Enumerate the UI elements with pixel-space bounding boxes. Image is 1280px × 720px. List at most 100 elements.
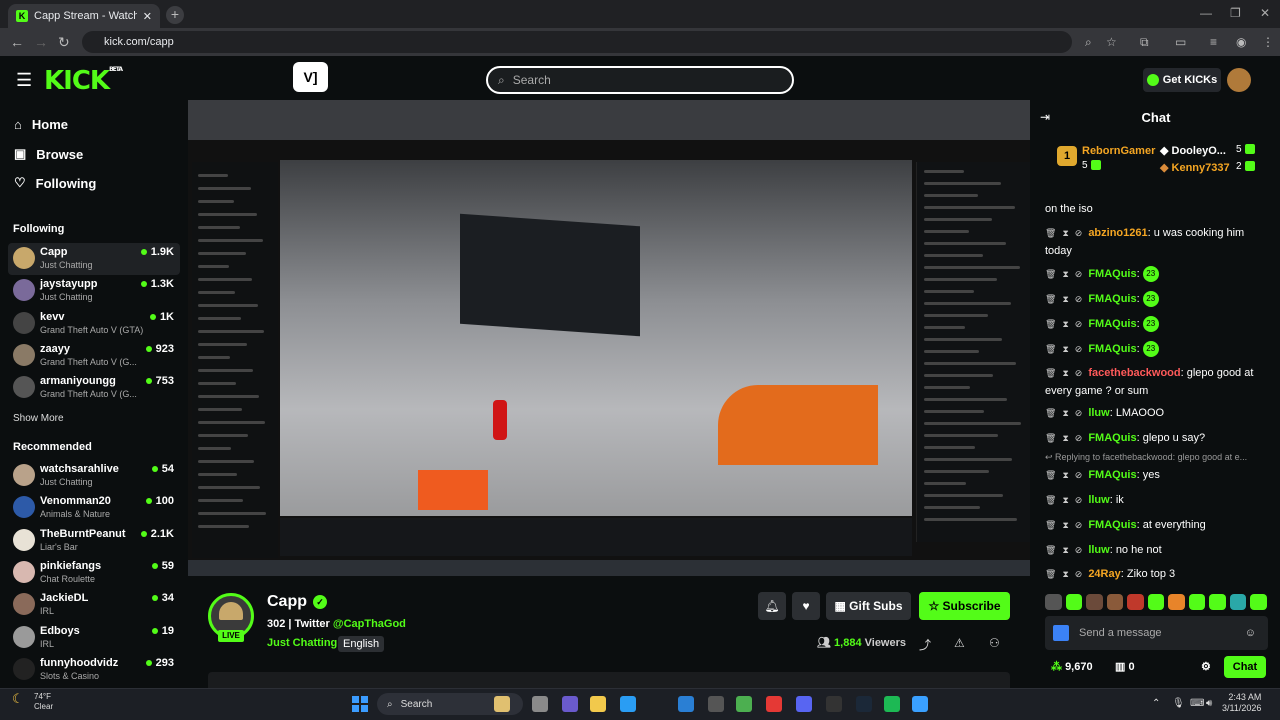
emote-shortcut-icon[interactable] xyxy=(1229,594,1247,610)
nav-following[interactable]: ♡ Following xyxy=(14,175,96,191)
profile-icon[interactable]: ◉ xyxy=(1236,35,1246,49)
leader-first-name[interactable]: RebornGamer xyxy=(1082,145,1155,157)
following-channel[interactable]: jaystayupp Just Chatting 1.3K xyxy=(8,275,180,307)
ban-icon[interactable]: ⊘ xyxy=(1075,433,1083,443)
menu-dots-icon[interactable]: ⋮ xyxy=(1262,35,1274,49)
chat-send-button[interactable]: Chat xyxy=(1224,656,1266,678)
extensions-icon[interactable]: ⧉ xyxy=(1140,35,1149,50)
back-icon[interactable]: ← xyxy=(10,34,24,50)
emote-shortcut-icon[interactable] xyxy=(1086,594,1103,610)
ban-icon[interactable]: ⊘ xyxy=(1075,228,1083,238)
chat-username[interactable]: FMAQuis xyxy=(1088,318,1136,330)
delete-icon[interactable]: 🗑︎ xyxy=(1045,545,1056,555)
restore-icon[interactable]: ❐ xyxy=(1230,6,1241,20)
steam-icon[interactable] xyxy=(856,696,872,712)
hamburger-menu-icon[interactable]: ☰ xyxy=(16,70,32,91)
timeout-icon[interactable]: ⧗ xyxy=(1062,470,1068,480)
ban-icon[interactable]: ⊘ xyxy=(1075,495,1083,505)
emote-shortcut-icon[interactable] xyxy=(1065,594,1083,610)
emote-shortcut-icon[interactable] xyxy=(1188,594,1206,610)
recommended-channel[interactable]: pinkiefangs Chat Roulette 59 xyxy=(8,557,180,589)
extension-button[interactable]: V] xyxy=(293,62,328,92)
windows-start-icon[interactable] xyxy=(352,696,368,712)
close-tab-icon[interactable]: ✕ xyxy=(143,10,152,23)
timeout-icon[interactable]: ⧗ xyxy=(1062,408,1068,418)
copilot-image-icon[interactable] xyxy=(494,696,510,712)
opera-icon[interactable] xyxy=(766,696,782,712)
chat-username[interactable]: FMAQuis xyxy=(1088,343,1136,355)
video-player[interactable] xyxy=(188,100,1030,576)
nav-home[interactable]: ⌂ Home xyxy=(14,117,68,132)
cast-icon[interactable]: ▭ xyxy=(1175,35,1186,49)
ban-icon[interactable]: ⊘ xyxy=(1075,344,1083,354)
show-more-link[interactable]: Show More xyxy=(13,413,64,424)
timeout-icon[interactable]: ⧗ xyxy=(1062,228,1068,238)
language-tag[interactable]: English xyxy=(338,636,385,652)
gift-subs-button[interactable]: ▦ Gift Subs xyxy=(826,592,911,620)
volume-icon[interactable]: 🔊︎ xyxy=(1206,698,1212,709)
search-bar[interactable]: ⌕ Search xyxy=(486,66,794,94)
recommended-channel[interactable]: funnyhoodvidz Slots & Casino 293 xyxy=(8,654,180,686)
emote-shortcut-icon[interactable] xyxy=(1168,594,1185,610)
delete-icon[interactable]: 🗑︎ xyxy=(1045,368,1056,378)
emote-shortcut-icon[interactable] xyxy=(1127,594,1144,610)
chat-username[interactable]: abzino1261 xyxy=(1088,227,1147,239)
follow-heart-button[interactable]: ♥ xyxy=(792,592,820,620)
timeout-icon[interactable]: ⧗ xyxy=(1062,545,1068,555)
tray-chevron-icon[interactable]: ⌃ xyxy=(1152,698,1160,709)
delete-icon[interactable]: 🗑︎ xyxy=(1045,470,1056,480)
report-icon[interactable]: ⚠ xyxy=(954,636,965,650)
chat-username[interactable]: FMAQuis xyxy=(1088,268,1136,280)
subscribe-button[interactable]: ☆ Subscribe xyxy=(919,592,1010,620)
chat-username[interactable]: FMAQuis xyxy=(1088,469,1136,481)
chat-input[interactable]: Send a message ☺ xyxy=(1045,616,1268,650)
timeout-icon[interactable]: ⧗ xyxy=(1062,294,1068,304)
get-kicks-button[interactable]: Get KICKs xyxy=(1143,68,1221,92)
copilot-icon[interactable] xyxy=(562,696,578,712)
chat-username[interactable]: lluw xyxy=(1088,494,1109,506)
user-avatar[interactable] xyxy=(1227,68,1251,92)
recommended-channel[interactable]: Venomman20 Animals & Nature 100 xyxy=(8,492,180,524)
ban-icon[interactable]: ⊘ xyxy=(1075,368,1083,378)
reload-icon[interactable]: ↻ xyxy=(58,34,70,51)
clock[interactable]: 2:43 AM 3/11/2026 xyxy=(1222,692,1261,714)
recommended-channel[interactable]: TheBurntPeanut Liar's Bar 2.1K xyxy=(8,525,180,557)
notification-bell-button[interactable]: 🔔︎ xyxy=(758,592,786,620)
emote-shortcut-icon[interactable] xyxy=(1106,594,1124,610)
chat-username[interactable]: FMAQuis xyxy=(1088,293,1136,305)
terminal-icon[interactable] xyxy=(826,696,842,712)
chat-settings-icon[interactable]: ⚙ xyxy=(1201,660,1211,673)
chat-username[interactable]: FMAQuis xyxy=(1088,432,1136,444)
timeout-icon[interactable]: ⧗ xyxy=(1062,269,1068,279)
delete-icon[interactable]: 🗑︎ xyxy=(1045,520,1056,530)
network-icon[interactable]: ⌨ xyxy=(1190,698,1204,709)
browser-tab[interactable]: K Capp Stream - Watch Live on Kick ✕ xyxy=(8,4,160,28)
streamer-name[interactable]: Capp ✓ xyxy=(267,593,327,611)
zoom-icon[interactable]: ⌕ xyxy=(1085,35,1092,50)
timeout-icon[interactable]: ⧗ xyxy=(1062,368,1068,378)
timeout-icon[interactable]: ⧗ xyxy=(1062,569,1068,579)
twitter-link[interactable]: @CapThaGod xyxy=(333,618,406,630)
delete-icon[interactable]: 🗑︎ xyxy=(1045,408,1056,418)
discord-icon[interactable] xyxy=(796,696,812,712)
share-icon[interactable]: ⤴ xyxy=(919,636,931,653)
recommended-channel[interactable]: Edboys IRL 19 xyxy=(8,622,180,654)
chat-username[interactable]: 24Ray xyxy=(1088,568,1120,580)
delete-icon[interactable]: 🗑︎ xyxy=(1045,344,1056,354)
following-channel[interactable]: armaniyoungg Grand Theft Auto V (G... 753 xyxy=(8,372,180,404)
following-channel[interactable]: Capp Just Chatting 1.9K xyxy=(8,243,180,275)
nav-browse[interactable]: ▣ Browse xyxy=(14,146,83,162)
github-icon[interactable] xyxy=(708,696,724,712)
new-tab-button[interactable]: + xyxy=(166,6,184,24)
minimize-icon[interactable]: — xyxy=(1200,6,1212,20)
kick-logo[interactable]: KICKBETA xyxy=(44,66,123,96)
timeout-icon[interactable]: ⧗ xyxy=(1062,495,1068,505)
spotify-icon[interactable] xyxy=(884,696,900,712)
recommended-channel[interactable]: watchsarahlive Just Chatting 54 xyxy=(8,460,180,492)
category-link[interactable]: Just Chatting xyxy=(267,637,337,649)
edge-icon[interactable] xyxy=(620,696,636,712)
outlook-icon[interactable] xyxy=(678,696,694,712)
user-action-icon[interactable]: ⚇ xyxy=(989,636,1000,650)
chat-username[interactable]: lluw xyxy=(1088,407,1109,419)
emote-shortcut-icon[interactable] xyxy=(1045,594,1062,610)
